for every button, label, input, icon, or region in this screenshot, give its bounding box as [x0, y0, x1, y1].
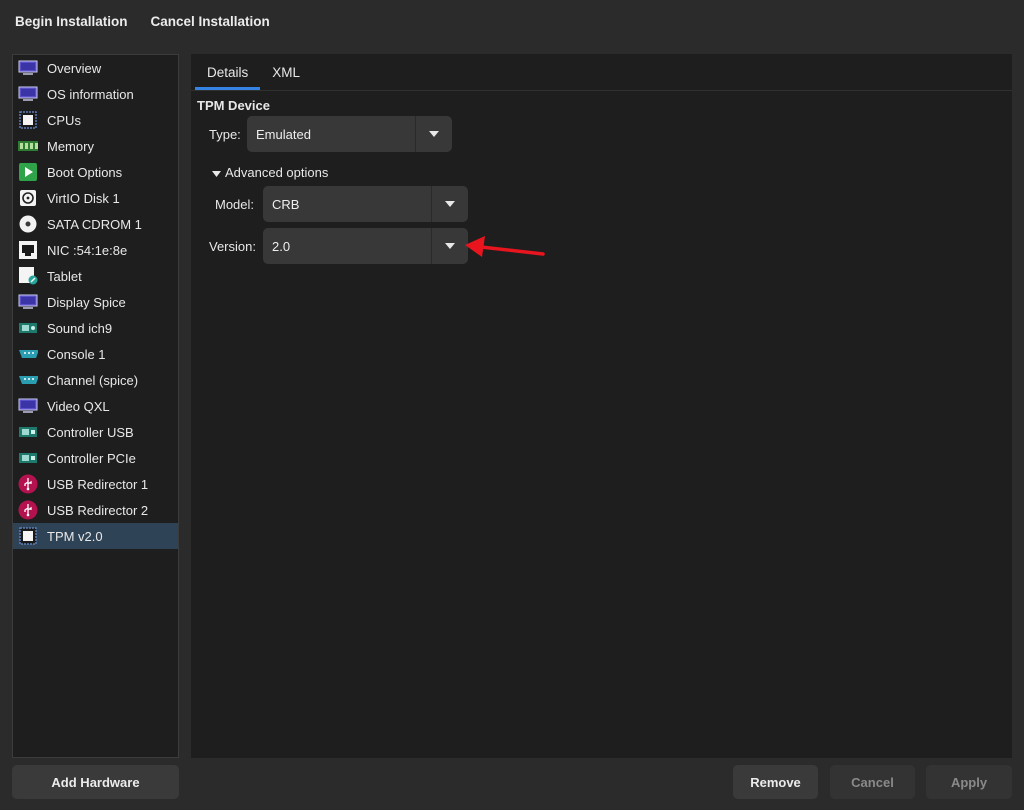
- ram-icon: [18, 137, 38, 155]
- usb-icon: [18, 474, 38, 494]
- sidebar-item-memory[interactable]: Memory: [13, 133, 178, 159]
- monitor-icon: [18, 397, 38, 415]
- model-dropdown[interactable]: CRB: [263, 186, 468, 222]
- hardware-list: Overview OS information CPUs Memory Boot…: [12, 54, 179, 758]
- sidebar-item-overview[interactable]: Overview: [13, 55, 178, 81]
- sidebar-item-channel-spice[interactable]: Channel (spice): [13, 367, 178, 393]
- chip-icon: [18, 111, 38, 129]
- details-panel: Details XML TPM Device Type: Emulated Ad…: [191, 54, 1012, 758]
- remove-button[interactable]: Remove: [733, 765, 818, 799]
- version-value: 2.0: [272, 238, 291, 254]
- controller-card-icon: [18, 449, 38, 467]
- version-dropdown[interactable]: 2.0: [263, 228, 468, 264]
- sidebar-item-sound-ich9[interactable]: Sound ich9: [13, 315, 178, 341]
- add-hardware-button[interactable]: Add Hardware: [12, 765, 179, 799]
- chevron-down-icon: [431, 186, 468, 222]
- sidebar-item-usb-redirector-2[interactable]: USB Redirector 2: [13, 497, 178, 523]
- usb-icon: [18, 500, 38, 520]
- sidebar-item-os-information[interactable]: OS information: [13, 81, 178, 107]
- boot-icon: [18, 163, 38, 181]
- tablet-icon: [18, 267, 38, 285]
- type-label: Type:: [209, 127, 241, 142]
- toolbar: Begin Installation Cancel Installation: [0, 0, 1024, 42]
- sidebar-item-controller-usb[interactable]: Controller USB: [13, 419, 178, 445]
- cancel-installation-button[interactable]: Cancel Installation: [151, 14, 270, 29]
- annotation-arrow-icon: [465, 236, 545, 257]
- tab-bar: Details XML: [191, 54, 1012, 91]
- sound-card-icon: [18, 319, 38, 337]
- sidebar-item-tablet[interactable]: Tablet: [13, 263, 178, 289]
- tab-xml[interactable]: XML: [260, 54, 312, 90]
- sidebar-item-console-1[interactable]: Console 1: [13, 341, 178, 367]
- model-label: Model:: [215, 197, 255, 212]
- sidebar-item-tpm-v2[interactable]: TPM v2.0: [13, 523, 178, 549]
- serial-port-icon: [18, 345, 38, 363]
- apply-button[interactable]: Apply: [926, 765, 1012, 799]
- advanced-options-expander[interactable]: Advanced options: [212, 165, 328, 180]
- sidebar-item-nic[interactable]: NIC :54:1e:8e: [13, 237, 178, 263]
- triangle-down-icon: [212, 165, 221, 180]
- sidebar-item-cpus[interactable]: CPUs: [13, 107, 178, 133]
- disk-icon: [18, 189, 38, 207]
- tab-details[interactable]: Details: [195, 54, 261, 90]
- chip-icon: [18, 527, 38, 545]
- cdrom-icon: [18, 215, 38, 233]
- monitor-icon: [18, 293, 38, 311]
- sidebar-item-boot-options[interactable]: Boot Options: [13, 159, 178, 185]
- version-label: Version:: [209, 239, 256, 254]
- sidebar-item-display-spice[interactable]: Display Spice: [13, 289, 178, 315]
- chevron-down-icon: [415, 116, 452, 152]
- begin-installation-button[interactable]: Begin Installation: [15, 14, 128, 29]
- sidebar-item-video-qxl[interactable]: Video QXL: [13, 393, 178, 419]
- sidebar-item-sata-cdrom-1[interactable]: SATA CDROM 1: [13, 211, 178, 237]
- serial-port-icon: [18, 371, 38, 389]
- monitor-icon: [18, 59, 38, 77]
- monitor-icon: [18, 85, 38, 103]
- sidebar-item-controller-pcie[interactable]: Controller PCIe: [13, 445, 178, 471]
- sidebar-item-virtio-disk-1[interactable]: VirtIO Disk 1: [13, 185, 178, 211]
- type-dropdown[interactable]: Emulated: [247, 116, 452, 152]
- section-title: TPM Device: [197, 98, 270, 113]
- controller-card-icon: [18, 423, 38, 441]
- cancel-button[interactable]: Cancel: [830, 765, 915, 799]
- type-value: Emulated: [256, 126, 311, 142]
- model-value: CRB: [272, 196, 300, 212]
- network-port-icon: [18, 241, 38, 259]
- sidebar-item-usb-redirector-1[interactable]: USB Redirector 1: [13, 471, 178, 497]
- advanced-options-label: Advanced options: [225, 165, 329, 180]
